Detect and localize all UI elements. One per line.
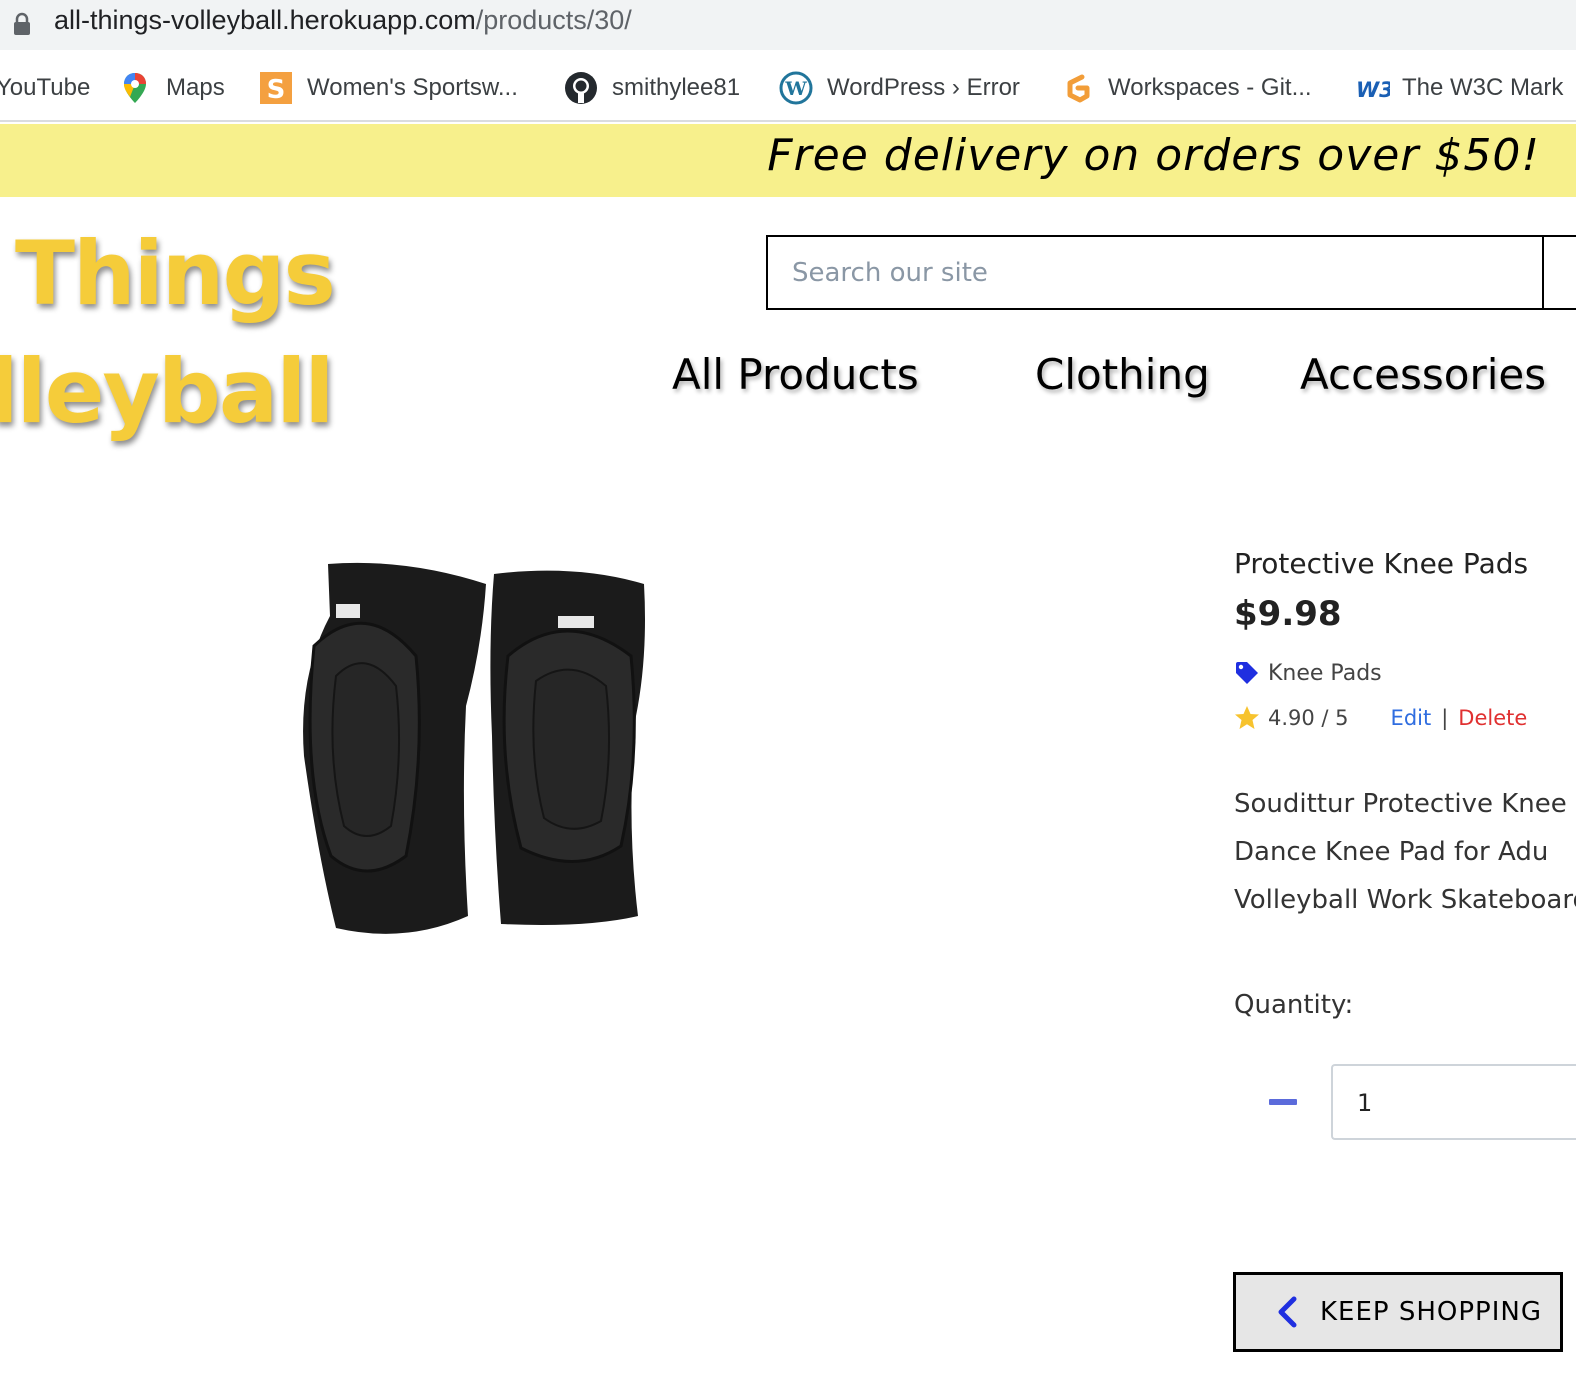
- bookmark-workspaces[interactable]: Workspaces - Git...: [1060, 70, 1312, 106]
- product-description: Soudittur Protective Knee Dance Knee Pad…: [1234, 780, 1576, 924]
- wordpress-icon: W: [779, 71, 813, 105]
- lock-icon: [14, 12, 30, 35]
- search-input[interactable]: [792, 255, 1532, 291]
- description-line: Volleyball Work Skateboard: [1234, 885, 1576, 915]
- tag-icon: [1236, 662, 1258, 684]
- svg-text:W: W: [784, 78, 807, 100]
- bookmark-label: Women's Sportsw...: [307, 74, 518, 101]
- quantity-field: [1331, 1064, 1576, 1140]
- sportswear-icon: S: [260, 72, 292, 105]
- promo-banner: Free delivery on orders over $50!: [0, 124, 1576, 197]
- logo-line-2: olleyball: [0, 340, 335, 443]
- bookmark-label: WordPress › Error: [827, 74, 1020, 101]
- description-line: Soudittur Protective Knee: [1234, 789, 1567, 819]
- nav-all-products[interactable]: All Products: [672, 350, 919, 399]
- url-host: all-things-volleyball.herokuapp.com: [54, 5, 476, 35]
- bookmarks-bar: YouTube Maps S Women's Sportsw... smithy…: [0, 50, 1576, 122]
- svg-text:S: S: [267, 75, 286, 105]
- gitpod-icon: [1067, 74, 1090, 103]
- product-image: [303, 562, 645, 934]
- svg-text:W3: W3: [1356, 78, 1390, 102]
- bookmark-youtube[interactable]: YouTube: [0, 70, 90, 106]
- quantity-input[interactable]: [1357, 1086, 1557, 1120]
- keep-shopping-label: KEEP SHOPPING: [1320, 1297, 1542, 1327]
- decrement-quantity-button[interactable]: [1260, 1082, 1306, 1122]
- bookmark-wordpress[interactable]: W WordPress › Error: [779, 70, 1020, 106]
- bookmark-label: Workspaces - Git...: [1108, 74, 1312, 101]
- link-separator: |: [1441, 706, 1449, 730]
- chevron-left-icon: [1278, 1296, 1297, 1328]
- logo-line-1: ll Things: [0, 222, 336, 325]
- product-price: $9.98: [1234, 594, 1342, 634]
- browser-address-bar[interactable]: all-things-volleyball.herokuapp.com/prod…: [0, 0, 1576, 50]
- search-box: [766, 235, 1576, 310]
- star-icon: [1235, 706, 1259, 729]
- bookmark-github[interactable]: smithylee81: [564, 70, 740, 106]
- nav-clothing[interactable]: Clothing: [1035, 350, 1210, 399]
- banner-text: Free delivery on orders over $50!: [767, 130, 1540, 181]
- w3c-icon: W3: [1356, 78, 1390, 102]
- delete-link[interactable]: Delete: [1458, 706, 1527, 730]
- bookmark-w3c[interactable]: W3 The W3C Mark: [1356, 70, 1563, 106]
- bookmark-sportswear[interactable]: S Women's Sportsw...: [259, 70, 518, 106]
- bookmark-maps[interactable]: Maps: [118, 70, 225, 106]
- search-button-edge[interactable]: [1542, 235, 1544, 310]
- bookmark-label: smithylee81: [612, 74, 741, 101]
- category-label: Knee Pads: [1268, 660, 1382, 686]
- edit-link[interactable]: Edit: [1391, 706, 1432, 730]
- keep-shopping-button[interactable]: KEEP SHOPPING: [1233, 1272, 1563, 1352]
- maps-pin-icon: [124, 73, 146, 103]
- quantity-label: Quantity:: [1234, 990, 1354, 1020]
- github-icon: [565, 72, 597, 104]
- bookmark-label: Maps: [166, 74, 225, 101]
- product-rating-row: 4.90 / 5 Edit | Delete: [1234, 705, 1527, 731]
- site-logo[interactable]: ll Things olleyball: [0, 215, 336, 451]
- url-path: /products/30/: [475, 5, 632, 35]
- bookmark-label: YouTube: [0, 74, 91, 101]
- product-title: Protective Knee Pads: [1234, 547, 1529, 580]
- description-line: Dance Knee Pad for Adu: [1234, 837, 1549, 867]
- rating-value: 4.90 / 5: [1268, 706, 1349, 730]
- minus-icon: [1269, 1099, 1297, 1105]
- bookmark-label: The W3C Mark: [1402, 74, 1564, 101]
- url-text[interactable]: all-things-volleyball.herokuapp.com/prod…: [54, 5, 632, 36]
- nav-accessories[interactable]: Accessories: [1300, 350, 1546, 399]
- product-category-link[interactable]: Knee Pads: [1234, 660, 1382, 686]
